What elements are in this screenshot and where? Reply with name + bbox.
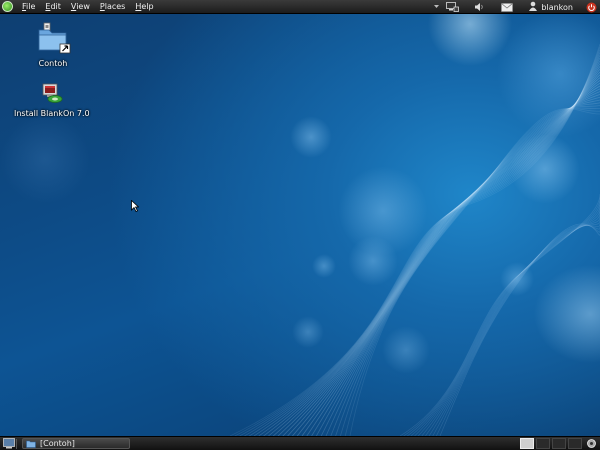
bottom-panel: [Contoh] [0, 436, 600, 450]
menu-view[interactable]: View [66, 0, 95, 14]
folder-icon [34, 22, 72, 57]
network-icon[interactable] [446, 0, 460, 14]
wallpaper-wave-line [439, 223, 600, 436]
wallpaper-wave-line [330, 102, 600, 436]
menu-help-label: elp [141, 1, 154, 11]
user-icon [528, 1, 538, 13]
wallpaper-wave-line [432, 225, 600, 436]
menu-view-label: iew [76, 1, 90, 11]
installer-icon [40, 82, 64, 107]
power-icon[interactable] [586, 0, 597, 14]
workspace-1[interactable] [520, 438, 534, 449]
menu-edit-label: dit [50, 1, 61, 11]
wallpaper-wave-line [428, 223, 600, 436]
wallpaper-wave-line [344, 107, 600, 436]
wallpaper-wave-line [229, 43, 600, 436]
user-name: blankon [541, 2, 573, 12]
workspace-4[interactable] [568, 438, 582, 449]
desktop-icon-install-blankon[interactable]: Install BlankOn 7.0 [14, 82, 90, 118]
menu-edit[interactable]: Edit [40, 0, 66, 14]
menu-file[interactable]: File [17, 0, 40, 14]
desktop-icon-label: Install BlankOn 7.0 [14, 109, 90, 118]
mouse-pointer-icon [131, 199, 140, 215]
wallpaper-wave-line [436, 224, 600, 436]
menu-places[interactable]: Places [95, 0, 130, 14]
mail-icon[interactable] [501, 0, 514, 14]
folder-icon [26, 440, 36, 448]
taskbar-window-label: [Contoh] [40, 439, 75, 448]
system-tray: blankon [429, 0, 600, 14]
wallpaper-wave-line [320, 96, 600, 436]
menu-file-label: ile [26, 1, 36, 11]
desktop-icon-contoh[interactable]: Contoh [34, 22, 72, 68]
volume-icon[interactable] [474, 0, 484, 14]
wallpaper-waves [229, 43, 600, 436]
wallpaper-wave-line [340, 107, 600, 436]
menu-places-label: laces [104, 1, 126, 11]
user-menu[interactable]: blankon [528, 0, 573, 14]
wallpaper-wave-line [325, 99, 600, 436]
menu-help[interactable]: Help [130, 0, 158, 14]
wallpaper-wave-line [234, 46, 600, 436]
top-panel: File Edit View Places Help blankon [0, 0, 600, 14]
panel-separator [16, 439, 17, 449]
workspace-3[interactable] [552, 438, 566, 449]
wallpaper-wave-line [349, 108, 600, 436]
taskbar-window-contoh[interactable]: [Contoh] [22, 438, 130, 449]
desktop-icon-label: Contoh [38, 59, 68, 68]
desktop-wallpaper[interactable]: Contoh Install BlankOn 7.0 [0, 14, 600, 436]
blankon-logo-icon[interactable] [2, 1, 13, 12]
workspace-2[interactable] [536, 438, 550, 449]
tray-arrow-icon[interactable] [434, 0, 440, 14]
wallpaper-wave-line [335, 105, 600, 436]
